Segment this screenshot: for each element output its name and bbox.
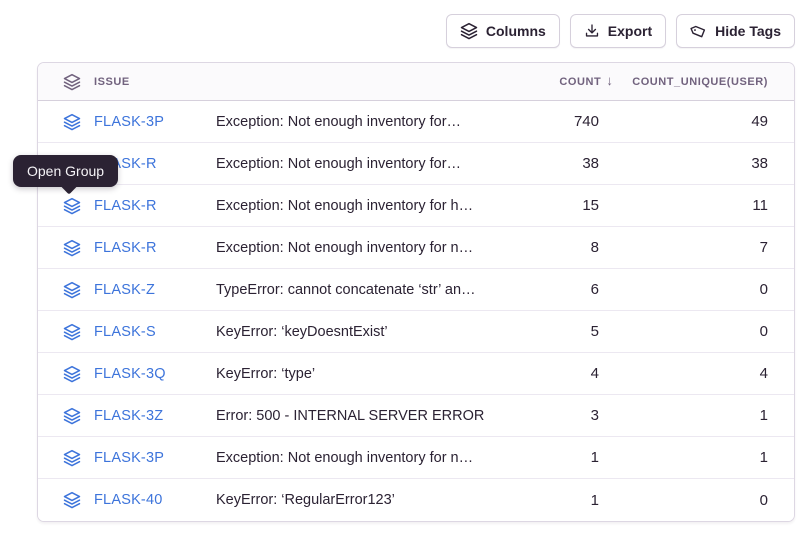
export-button-label: Export (608, 23, 652, 39)
table-row[interactable]: FLASK-R Exception: Not enough inventory f… (38, 227, 794, 269)
issue-message: Error: 500 - INTERNAL SERVER ERROR (216, 408, 514, 424)
sort-descending-icon: ↓ (606, 73, 613, 88)
issue-cell: FLASK-3Q (38, 365, 216, 383)
count-unique-value: 0 (624, 281, 794, 298)
issue-message: Exception: Not enough inventory for… (216, 114, 514, 130)
stack-icon (63, 239, 81, 257)
issue-message: KeyError: ‘type’ (216, 366, 514, 382)
count-unique-value: 1 (624, 407, 794, 424)
issue-link[interactable]: FLASK-Z (94, 282, 155, 298)
count-unique-value: 1 (624, 449, 794, 466)
count-unique-value: 7 (624, 239, 794, 256)
stack-icon (63, 113, 81, 131)
column-header-issue[interactable]: ISSUE (38, 73, 216, 91)
issue-link[interactable]: FLASK-40 (94, 492, 163, 508)
issue-cell: FLASK-3P (38, 449, 216, 467)
stack-icon (63, 407, 81, 425)
stack-icon (63, 281, 81, 299)
column-header-count-unique[interactable]: COUNT_UNIQUE(USER) (624, 76, 794, 88)
issue-cell: FLASK-Z (38, 281, 216, 299)
issue-cell: FLASK-R (38, 239, 216, 257)
count-value: 1 (514, 449, 624, 466)
issue-message: KeyError: ‘RegularError123’ (216, 492, 514, 508)
issue-link[interactable]: FLASK-3Z (94, 408, 163, 424)
issue-message: KeyError: ‘keyDoesntExist’ (216, 324, 514, 340)
count-value: 740 (514, 113, 624, 130)
issue-link[interactable]: FLASK-3Q (94, 366, 166, 382)
count-value: 1 (514, 492, 624, 509)
count-unique-value: 38 (624, 155, 794, 172)
count-unique-value: 49 (624, 113, 794, 130)
stack-icon (63, 197, 81, 215)
hide-tags-button[interactable]: Hide Tags (676, 14, 795, 48)
table-row[interactable]: FLASK-40 KeyError: ‘RegularError123’10 (38, 479, 794, 521)
stack-icon (63, 323, 81, 341)
table-row[interactable]: FLASK-3Z Error: 500 - INTERNAL SERVER ERR… (38, 395, 794, 437)
table-row[interactable]: FLASK-S KeyError: ‘keyDoesntExist’50 (38, 311, 794, 353)
hide-tags-button-label: Hide Tags (715, 23, 781, 39)
tag-icon (690, 23, 707, 40)
issue-link[interactable]: FLASK-R (94, 240, 157, 256)
issue-link[interactable]: FLASK-3P (94, 114, 164, 130)
tooltip-label: Open Group (27, 163, 104, 179)
stack-icon (63, 73, 81, 91)
count-unique-value: 4 (624, 365, 794, 382)
count-value: 15 (514, 197, 624, 214)
table-row[interactable]: FLASK-3P Exception: Not enough inventory … (38, 437, 794, 479)
count-unique-value: 0 (624, 492, 794, 509)
download-icon (584, 23, 600, 39)
issue-cell: FLASK-3P (38, 113, 216, 131)
table-row[interactable]: FLASK-3QKeyError: ‘type’44 (38, 353, 794, 395)
toolbar: Columns Export Hide Tags (446, 14, 795, 48)
issue-cell: FLASK-40 (38, 491, 216, 509)
issue-link[interactable]: FLASK-3P (94, 450, 164, 466)
stack-icon (63, 449, 81, 467)
columns-button-label: Columns (486, 23, 546, 39)
table-row[interactable]: FLASK-R Exception: Not enough inventory f… (38, 185, 794, 227)
issue-link[interactable]: FLASK-S (94, 324, 156, 340)
table-body: FLASK-3P Exception: Not enough inventory … (38, 101, 794, 521)
export-button[interactable]: Export (570, 14, 666, 48)
issue-message: Exception: Not enough inventory for n… (216, 240, 514, 256)
table-row[interactable]: FLASK-Z TypeError: cannot concatenate ‘st… (38, 269, 794, 311)
issue-cell: FLASK-S (38, 323, 216, 341)
issues-table: ISSUE COUNT ↓ COUNT_UNIQUE(USER) FLASK-3… (37, 62, 795, 522)
count-value: 8 (514, 239, 624, 256)
count-unique-value: 11 (624, 197, 794, 214)
column-header-count-label: COUNT (559, 76, 601, 88)
open-group-tooltip: Open Group (13, 155, 118, 187)
count-value: 3 (514, 407, 624, 424)
count-value: 6 (514, 281, 624, 298)
count-unique-value: 0 (624, 323, 794, 340)
count-value: 38 (514, 155, 624, 172)
column-header-count[interactable]: COUNT ↓ (514, 74, 624, 89)
count-value: 4 (514, 365, 624, 382)
table-row[interactable]: FLASK-3P Exception: Not enough inventory … (38, 101, 794, 143)
count-value: 5 (514, 323, 624, 340)
issue-message: Exception: Not enough inventory for h… (216, 198, 514, 214)
column-header-issue-label: ISSUE (94, 76, 130, 88)
table-header-row: ISSUE COUNT ↓ COUNT_UNIQUE(USER) (38, 63, 794, 101)
table-row[interactable]: FLASK-RException: Not enough inventory f… (38, 143, 794, 185)
columns-button[interactable]: Columns (446, 14, 560, 48)
discover-results-page: Columns Export Hide Tags ISSUE COUNT ↓ C… (0, 0, 807, 538)
issue-message: Exception: Not enough inventory for… (216, 156, 514, 172)
issue-cell: FLASK-R (38, 197, 216, 215)
issue-message: Exception: Not enough inventory for n… (216, 450, 514, 466)
issue-link[interactable]: FLASK-R (94, 198, 157, 214)
issue-cell: FLASK-3Z (38, 407, 216, 425)
stack-icon (63, 491, 81, 509)
stack-icon (63, 365, 81, 383)
stack-icon (460, 22, 478, 40)
issue-message: TypeError: cannot concatenate ‘str’ an… (216, 282, 514, 298)
